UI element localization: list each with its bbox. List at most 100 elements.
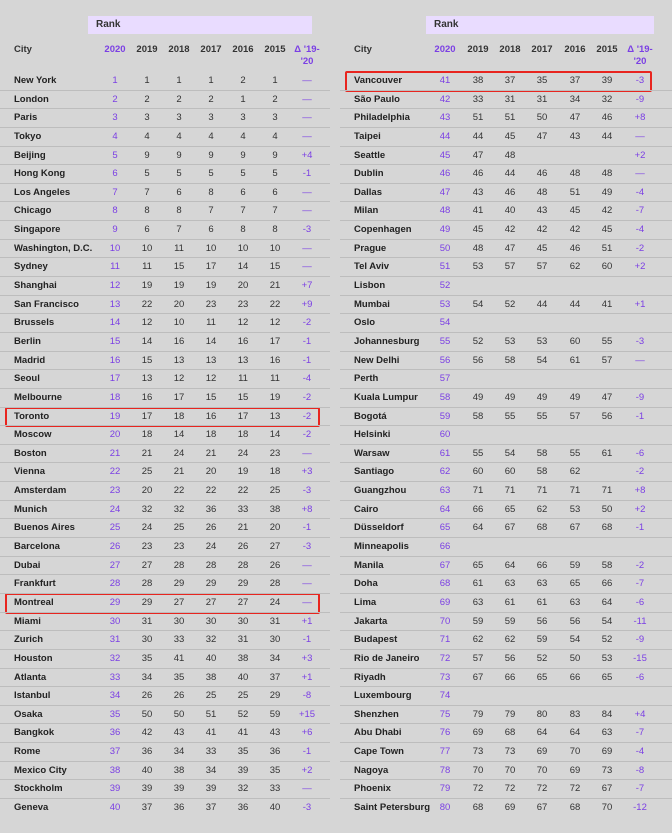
- rank-2017: 20: [205, 466, 217, 478]
- table-row: Moscow 20 18 14 18 18 14 -2: [0, 426, 330, 445]
- rank-2017: 50: [536, 112, 548, 124]
- rank-2016: 62: [569, 261, 581, 273]
- city-name: Houston: [14, 652, 53, 664]
- rank-2020: 49: [439, 224, 451, 236]
- rank-2019: 61: [472, 578, 484, 590]
- rank-2018: 61: [504, 596, 516, 608]
- rank-2018: 24: [173, 447, 185, 459]
- rank-2016: 59: [569, 559, 581, 571]
- table-row: Los Angeles 7 7 6 8 6 6—: [0, 184, 330, 203]
- city-name: Lima: [354, 596, 377, 608]
- rank-2018: 38: [173, 764, 185, 776]
- rank-2015: 48: [601, 168, 613, 180]
- rank-2019: 35: [141, 652, 153, 664]
- rank-2019: 53: [472, 261, 484, 273]
- city-name: Luxembourg: [354, 690, 412, 702]
- rank-change: -4: [635, 186, 645, 198]
- city-name: Vienna: [14, 466, 45, 478]
- rank-2016: 13: [237, 354, 249, 366]
- rank-2016: 2: [240, 75, 246, 86]
- city-name: Beijing: [14, 149, 46, 161]
- city-name: Sydney: [14, 261, 48, 273]
- rank-2019: 12: [141, 317, 153, 329]
- rank-2016: 53: [569, 503, 581, 515]
- table-header: Rank City 2020 2019 2018 2017 2016 2015 Δ '19- '2…: [340, 0, 672, 72]
- rank-2016: 24: [237, 447, 249, 459]
- table-row: São Paulo 42 33 31 31 34 32 -9: [340, 91, 672, 110]
- rank-2020: 72: [439, 652, 451, 664]
- rank-2020: 77: [439, 746, 451, 758]
- rank-2019: 19: [141, 280, 153, 292]
- rank-change: +2: [301, 764, 313, 776]
- rank-change: -6: [635, 447, 645, 459]
- rank-2017: 58: [536, 447, 548, 459]
- rank-change: —: [302, 261, 312, 273]
- rank-2020: 8: [112, 205, 118, 217]
- city-name: San Francisco: [14, 298, 79, 310]
- city-name: Stockholm: [14, 783, 63, 795]
- rank-change: -2: [635, 559, 645, 571]
- rank-2018: 20: [173, 298, 185, 310]
- rank-2017: 10: [205, 242, 217, 254]
- rank-change: -3: [302, 541, 312, 553]
- rank-2020: 19: [109, 410, 121, 422]
- rank-2018: 2: [176, 93, 182, 105]
- rank-2020: 22: [109, 466, 121, 478]
- rank-2016: 47: [569, 112, 581, 124]
- rank-2016: 12: [237, 317, 249, 329]
- rank-change: +6: [301, 727, 313, 739]
- rank-2016: 41: [237, 727, 249, 739]
- rank-2018: 19: [173, 280, 185, 292]
- table-row: Philadelphia 43 51 51 50 47 46 +8: [340, 109, 672, 128]
- rank-2016: 6: [240, 186, 246, 198]
- rank-change: +4: [301, 149, 313, 161]
- rank-2018: 27: [173, 596, 185, 608]
- table-row: Vienna 22 25 21 20 19 18 +3: [0, 463, 330, 483]
- rank-2017: 65: [536, 671, 548, 683]
- rank-2020: 62: [439, 466, 451, 478]
- city-column-header: City: [14, 44, 32, 55]
- city-name: Istanbul: [14, 690, 51, 702]
- rank-2015: 51: [601, 242, 613, 254]
- rank-2020: 9: [112, 224, 118, 236]
- rank-2020: 70: [439, 615, 451, 627]
- rank-2016: 50: [569, 652, 581, 664]
- rank-2017: 41: [205, 727, 217, 739]
- rank-2020: 66: [439, 541, 451, 553]
- rank-2019: 56: [472, 354, 484, 366]
- rank-change: —: [302, 112, 312, 124]
- rank-2020: 18: [109, 391, 121, 403]
- rank-2019: 47: [472, 149, 484, 161]
- rank-2016: 70: [569, 746, 581, 758]
- rank-2016: 16: [237, 335, 249, 347]
- table-row: Bogotá 59 58 55 55 57 56 -1: [340, 408, 672, 427]
- rank-2016: 8: [240, 224, 246, 236]
- rank-2015: 84: [601, 708, 613, 720]
- rank-2017: 28: [205, 559, 217, 571]
- table-row: Frankfurt 28 28 29 29 29 28—: [0, 575, 330, 594]
- rank-change: -4: [302, 373, 312, 385]
- rank-2018: 4: [176, 130, 182, 142]
- rank-2020: 64: [439, 503, 451, 515]
- rank-2017: 11: [206, 317, 216, 329]
- rank-2015: 54: [601, 615, 613, 627]
- rank-2017: 30: [205, 615, 217, 627]
- rank-2020: 74: [439, 690, 451, 702]
- table-row: Rome 37 36 34 33 35 36 -1: [0, 743, 330, 762]
- rank-2019: 55: [472, 447, 484, 459]
- city-name: Boston: [14, 447, 47, 459]
- rank-2017: 54: [536, 354, 548, 366]
- rank-2020: 37: [109, 746, 121, 758]
- table-row: Tel Aviv 51 53 57 57 62 60 +2: [340, 258, 672, 278]
- table-row: New York 1 1 1 1 2 1—: [0, 72, 330, 91]
- rank-2017: 61: [536, 596, 548, 608]
- rank-2018: 55: [504, 410, 516, 422]
- rank-2020: 28: [109, 578, 121, 590]
- city-name: Minneapolis: [354, 541, 409, 553]
- city-name: Cairo: [354, 503, 379, 515]
- rank-2016: 72: [569, 783, 581, 795]
- city-name: Paris: [14, 112, 38, 124]
- table-row: Berlin 15 14 16 14 16 17 -1: [0, 333, 330, 352]
- rank-2017: 12: [205, 373, 217, 385]
- rank-2016: 23: [237, 298, 249, 310]
